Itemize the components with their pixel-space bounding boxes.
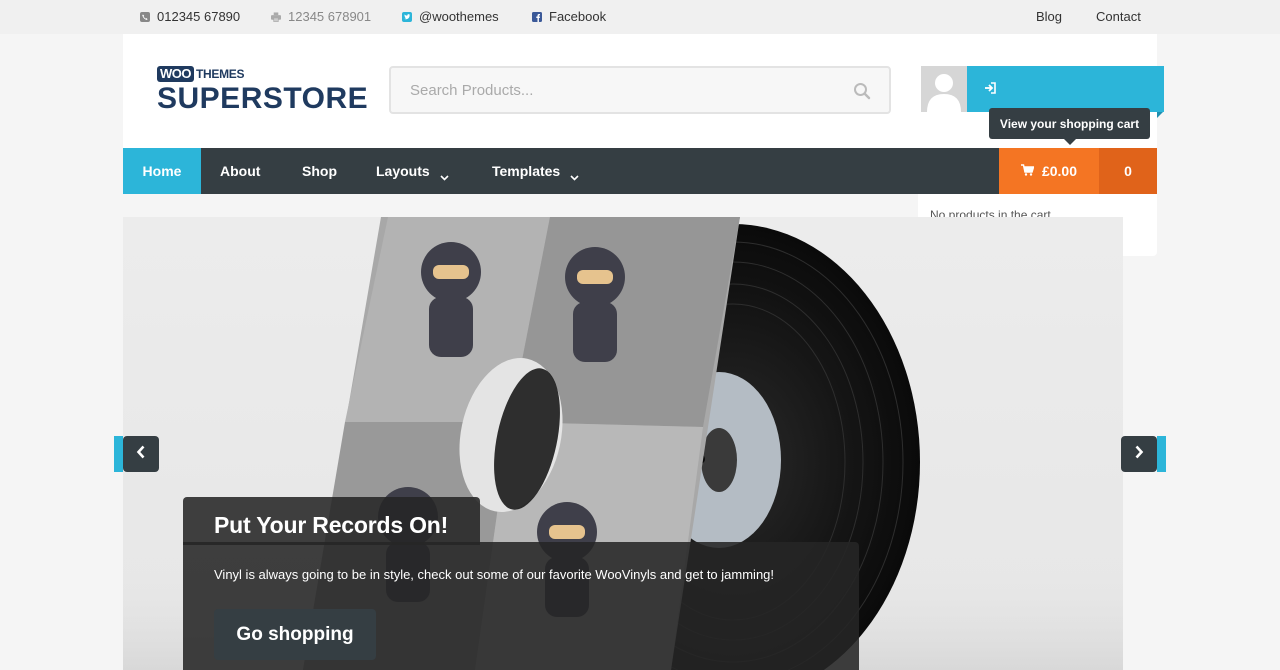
site-logo[interactable]: WOO THEMES SUPERSTORE [157,66,368,115]
contact-link[interactable]: Contact [1096,9,1141,24]
nav-item-home[interactable]: Home [123,148,201,194]
facebook-link[interactable]: Facebook [532,9,606,24]
next-arrow-edge [1157,436,1166,472]
slide-title: Put Your Records On! [214,512,449,538]
nav-item-layouts[interactable]: Layouts [376,148,449,194]
nav-item-layouts-label: Layouts [376,163,430,179]
fax-contact: 12345 678901 [271,9,371,24]
nav-item-templates-label: Templates [492,163,561,179]
chevron-right-icon [1134,445,1144,464]
cart-total-button[interactable]: £0.00 [999,148,1099,194]
nav-item-templates[interactable]: Templates [492,148,579,194]
search-box [389,66,891,114]
logo-themes: THEMES [196,67,245,81]
cart-tooltip: View your shopping cart [989,108,1150,145]
prev-arrow-edge [114,436,123,472]
cart-icon [1020,163,1035,179]
phone-number: 012345 67890 [157,9,241,24]
search-input[interactable] [391,68,889,112]
go-shopping-button[interactable]: Go shopping [214,609,376,660]
prev-slide-button[interactable] [123,436,159,472]
printer-icon [271,11,281,22]
search-icon[interactable] [853,82,871,100]
phone-icon [140,11,150,22]
cart-amount: £0.00 [1041,163,1078,179]
logo-name: SUPERSTORE [157,82,369,115]
twitter-handle: @woothemes [419,9,499,24]
account-box[interactable] [921,66,1164,112]
cart-count[interactable]: 0 [1099,148,1157,194]
phone-contact: 012345 67890 [140,9,240,24]
facebook-label: Facebook [549,9,607,24]
chevron-down-icon [440,168,449,181]
account-fold [1157,112,1163,118]
facebook-icon [532,11,542,22]
logo-woo: WOO [157,66,194,82]
nav-item-shop[interactable]: Shop [302,148,337,194]
top-bar: 012345 67890 12345 678901 @woothemes Fac… [0,0,1280,34]
login-icon[interactable] [983,81,997,95]
avatar[interactable] [921,66,967,112]
chevron-left-icon [136,445,146,464]
main-nav: Home About Shop Layouts Templates £0.00 … [123,148,1157,194]
next-slide-button[interactable] [1121,436,1157,472]
nav-item-about[interactable]: About [220,148,260,194]
twitter-link[interactable]: @woothemes [402,9,499,24]
blog-link[interactable]: Blog [1036,9,1062,24]
twitter-icon [402,11,412,22]
slide-text: Vinyl is always going to be in style, ch… [214,567,775,582]
chevron-down-icon [570,168,579,181]
fax-number: 12345 678901 [288,9,372,24]
